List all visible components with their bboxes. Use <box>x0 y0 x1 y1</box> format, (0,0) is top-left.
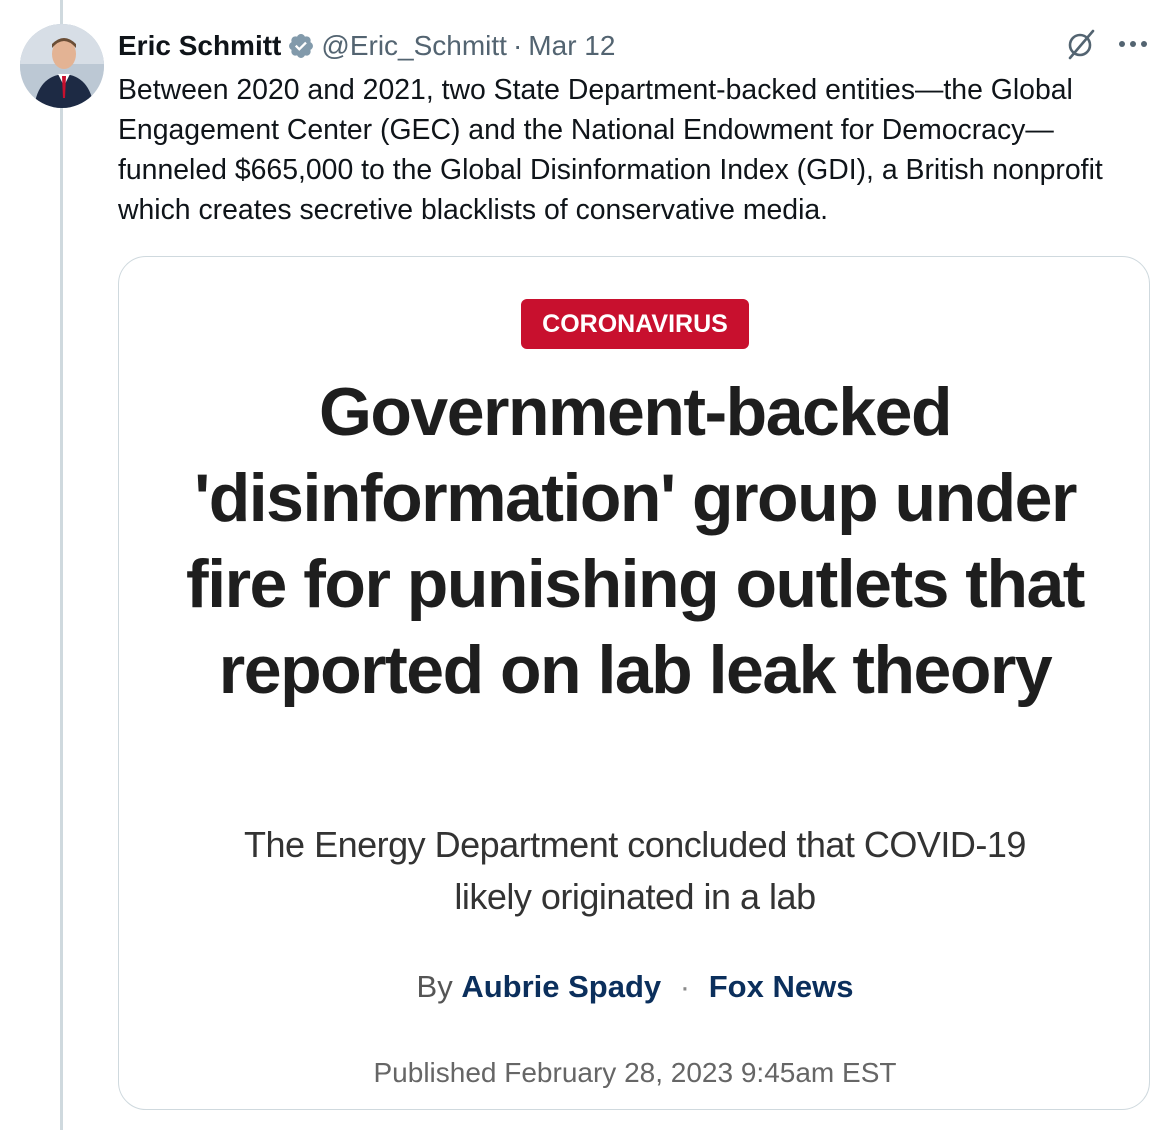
avatar-photo <box>20 24 104 108</box>
article-byline: By Aubrie Spady · Fox News <box>119 969 1151 1005</box>
tweet-header: Eric Schmitt @Eric_Schmitt · Mar 12 <box>118 24 1148 68</box>
more-icon[interactable] <box>1118 39 1148 49</box>
category-badge: CORONAVIRUS <box>521 299 749 349</box>
tweet-text: Between 2020 and 2021, two State Departm… <box>118 74 1103 226</box>
byline-separator: · <box>679 969 691 1004</box>
tweet: Eric Schmitt @Eric_Schmitt · Mar 12 Betw… <box>118 24 1148 230</box>
avatar[interactable] <box>20 24 104 108</box>
article-subhead: The Energy Department concluded that COV… <box>244 824 1026 917</box>
display-name[interactable]: Eric Schmitt <box>118 30 281 62</box>
author-link: Aubrie Spady <box>461 969 662 1004</box>
published-date: Published February 28, 2023 9:45am EST <box>373 1057 897 1088</box>
verified-badge-icon[interactable] <box>287 32 315 60</box>
outlet-link: Fox News <box>708 969 854 1004</box>
grok-icon[interactable] <box>1066 28 1096 60</box>
header-separator: · <box>512 30 523 61</box>
user-handle[interactable]: @Eric_Schmitt <box>321 30 507 62</box>
thread-connector-line <box>60 0 63 1130</box>
header-actions <box>1066 28 1148 60</box>
tweet-date[interactable]: Mar 12 <box>528 30 615 62</box>
link-preview-card[interactable]: CORONAVIRUS Government-backed 'disinform… <box>118 256 1150 1110</box>
byline-by-label: By <box>416 969 453 1004</box>
article-headline: Government-backed 'disinformation' group… <box>186 374 1085 708</box>
